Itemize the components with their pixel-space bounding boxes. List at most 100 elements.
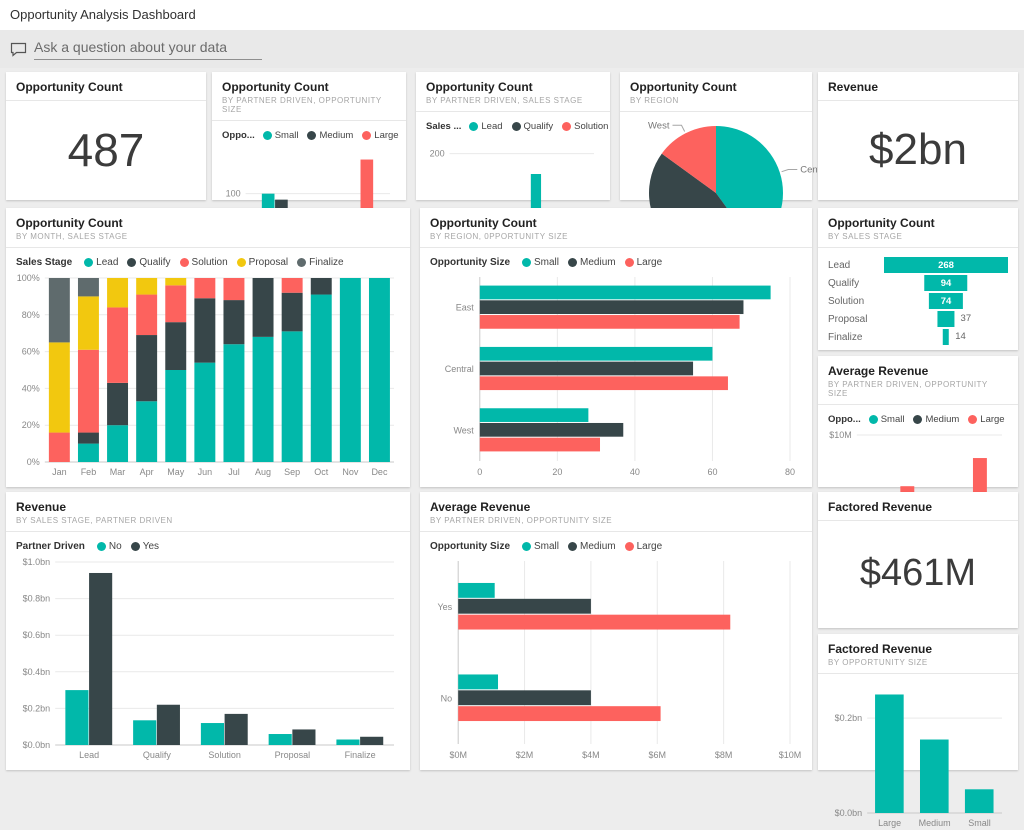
svg-text:Oct: Oct (314, 467, 329, 477)
tile-title: Opportunity Count (222, 80, 396, 94)
svg-text:Central: Central (445, 364, 474, 374)
funnel-chart[interactable]: Lead268Qualify94Solution74Proposal37Fina… (828, 254, 1008, 346)
tile-header: Opportunity Count BY REGION (620, 72, 812, 112)
svg-text:80: 80 (785, 467, 795, 477)
tile-subtitle: BY PARTNER DRIVEN, OPPORTUNITY SIZE (222, 96, 396, 114)
tile-title: Factored Revenue (828, 500, 1008, 514)
svg-text:0%: 0% (27, 457, 40, 467)
svg-text:West: West (648, 120, 670, 131)
stacked-column-chart[interactable]: 0%20%40%60%80%100%JanFebMarAprMayJunJulA… (16, 273, 400, 479)
svg-text:40: 40 (630, 467, 640, 477)
svg-text:$1.0bn: $1.0bn (23, 557, 51, 567)
svg-text:Aug: Aug (255, 467, 271, 477)
tile-header: Opportunity Count BY REGION, 0PPORTUNITY… (420, 208, 812, 248)
tile-subtitle: BY OPPORTUNITY SIZE (828, 658, 1008, 667)
svg-text:Yes: Yes (438, 602, 453, 612)
tile-revenue-card[interactable]: Revenue $2bn (818, 72, 1018, 200)
tile-factored-revenue-card[interactable]: Factored Revenue $461M (818, 492, 1018, 628)
chart-legend: Partner DrivenNoYes (16, 538, 400, 557)
tile-opportunity-count-card[interactable]: Opportunity Count 487 (6, 72, 206, 200)
svg-text:200: 200 (430, 149, 445, 159)
tile-avg-revenue-small[interactable]: Average Revenue BY PARTNER DRIVEN, OPPOR… (818, 356, 1018, 487)
svg-text:$0M: $0M (449, 750, 467, 760)
svg-text:Apr: Apr (140, 467, 154, 477)
svg-text:$0.0bn: $0.0bn (835, 808, 863, 818)
svg-text:Solution: Solution (208, 750, 241, 760)
tile-subtitle: BY SALES STAGE, PARTNER DRIVEN (16, 516, 400, 525)
svg-text:Qualify: Qualify (143, 750, 172, 760)
tile-header: Revenue BY SALES STAGE, PARTNER DRIVEN (6, 492, 410, 532)
tile-header: Opportunity Count BY PARTNER DRIVEN, OPP… (212, 72, 406, 121)
svg-text:Jul: Jul (228, 467, 240, 477)
svg-text:West: West (453, 425, 474, 435)
tile-title: Opportunity Count (630, 80, 802, 94)
svg-text:20: 20 (552, 467, 562, 477)
svg-text:Mar: Mar (110, 467, 126, 477)
tile-title: Opportunity Count (16, 216, 400, 230)
svg-text:$4M: $4M (582, 750, 600, 760)
tile-subtitle: BY PARTNER DRIVEN, OPPORTUNITY SIZE (828, 380, 1008, 398)
tile-subtitle: BY REGION (630, 96, 802, 105)
horizontal-bar-chart[interactable]: $0M$2M$4M$6M$8M$10MYesNo (430, 557, 802, 762)
tile-header: Opportunity Count BY PARTNER DRIVEN, SAL… (416, 72, 610, 112)
chart-legend: Sales StageLeadQualifySolutionProposalFi… (16, 254, 400, 273)
tile-title: Opportunity Count (828, 216, 1008, 230)
factored-revenue-value: $461M (860, 552, 976, 595)
tile-count-by-sales-stage-funnel[interactable]: Opportunity Count BY SALES STAGE Lead268… (818, 208, 1018, 350)
svg-text:Sep: Sep (284, 467, 300, 477)
svg-text:40%: 40% (22, 383, 40, 393)
tile-header: Average Revenue BY PARTNER DRIVEN, OPPOR… (420, 492, 812, 532)
svg-text:Nov: Nov (342, 467, 359, 477)
tile-title: Revenue (828, 80, 1008, 94)
svg-text:$10M: $10M (829, 430, 852, 440)
svg-text:$0.4bn: $0.4bn (23, 667, 51, 677)
svg-text:Large: Large (878, 818, 901, 828)
svg-text:$0.8bn: $0.8bn (23, 594, 51, 604)
tile-subtitle: BY PARTNER DRIVEN, SALES STAGE (426, 96, 600, 105)
column-chart[interactable]: $0.0bn$0.2bnLargeMediumSmall (828, 680, 1008, 830)
tile-count-by-month-stage[interactable]: Opportunity Count BY MONTH, SALES STAGE … (6, 208, 410, 487)
svg-text:Proposal: Proposal (275, 750, 311, 760)
tile-count-by-region[interactable]: Opportunity Count BY REGION CentralEastW… (620, 72, 812, 200)
svg-text:Jun: Jun (198, 467, 213, 477)
tile-subtitle: BY MONTH, SALES STAGE (16, 232, 400, 241)
tile-header: Revenue (818, 72, 1018, 101)
chart-legend: Opportunity SizeSmallMediumLarge (430, 538, 802, 557)
tile-avg-revenue-by-partner-size[interactable]: Average Revenue BY PARTNER DRIVEN, OPPOR… (420, 492, 812, 770)
qa-question-input[interactable]: Ask a question about your data (34, 39, 262, 60)
revenue-value: $2bn (869, 125, 967, 175)
svg-text:Medium: Medium (919, 818, 951, 828)
tile-title: Opportunity Count (426, 80, 600, 94)
tile-header: Opportunity Count BY SALES STAGE (818, 208, 1018, 248)
tile-title: Factored Revenue (828, 642, 1008, 656)
tile-count-by-partner-stage[interactable]: Opportunity Count BY PARTNER DRIVEN, SAL… (416, 72, 610, 200)
horizontal-bar-chart[interactable]: 020406080EastCentralWest (430, 273, 802, 479)
tile-subtitle: BY REGION, 0PPORTUNITY SIZE (430, 232, 802, 241)
tile-header: Opportunity Count BY MONTH, SALES STAGE (6, 208, 410, 248)
svg-text:Dec: Dec (371, 467, 388, 477)
tile-factored-revenue-by-size[interactable]: Factored Revenue BY OPPORTUNITY SIZE $0.… (818, 634, 1018, 770)
svg-text:$0.2bn: $0.2bn (835, 713, 863, 723)
tile-title: Average Revenue (828, 364, 1008, 378)
tile-header: Average Revenue BY PARTNER DRIVEN, OPPOR… (818, 356, 1018, 405)
svg-text:$2M: $2M (516, 750, 534, 760)
app-title-bar: Opportunity Analysis Dashboard (0, 0, 1024, 30)
chart-legend: Opportunity SizeSmallMediumLarge (430, 254, 802, 273)
svg-text:20%: 20% (22, 420, 40, 430)
svg-text:80%: 80% (22, 310, 40, 320)
tile-count-by-partner-size[interactable]: Opportunity Count BY PARTNER DRIVEN, OPP… (212, 72, 406, 200)
svg-text:0: 0 (477, 467, 482, 477)
grouped-column-chart[interactable]: $0.0bn$0.2bn$0.4bn$0.6bn$0.8bn$1.0bnLead… (16, 557, 400, 762)
tile-title: Revenue (16, 500, 400, 514)
svg-text:Lead: Lead (79, 750, 99, 760)
svg-text:$0.6bn: $0.6bn (23, 630, 51, 640)
opportunity-count-value: 487 (68, 123, 145, 177)
chart-legend: Oppo...SmallMediumLarge (222, 127, 396, 146)
tile-count-by-region-size[interactable]: Opportunity Count BY REGION, 0PPORTUNITY… (420, 208, 812, 487)
tile-revenue-by-stage-partner[interactable]: Revenue BY SALES STAGE, PARTNER DRIVEN P… (6, 492, 410, 770)
svg-text:Jan: Jan (52, 467, 67, 477)
svg-text:60: 60 (707, 467, 717, 477)
tile-title: Opportunity Count (16, 80, 196, 94)
tile-header: Factored Revenue BY OPPORTUNITY SIZE (818, 634, 1018, 674)
svg-text:$10M: $10M (779, 750, 802, 760)
